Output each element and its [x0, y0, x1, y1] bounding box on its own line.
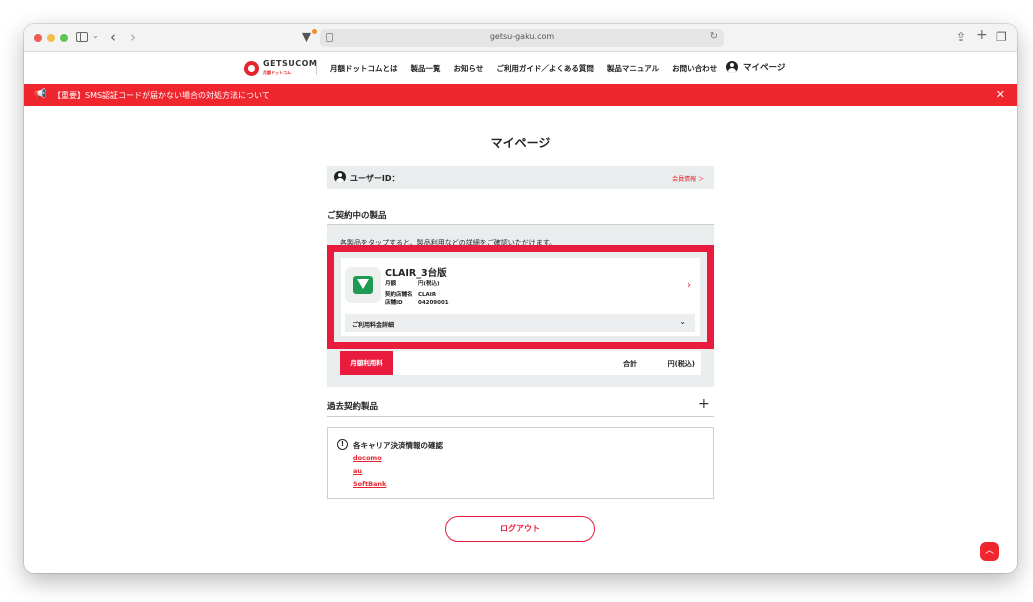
past-contracts-heading[interactable]: 過去契約製品	[327, 400, 378, 412]
chevron-right-icon[interactable]: ›	[687, 280, 691, 291]
site-header: GETSUCOM 月額ドットコム 月額ドットコムとは 製品一覧 お知らせ ご利用…	[24, 52, 1017, 84]
fee-detail-toggle[interactable]: ご利用料金詳細 ⌄	[345, 314, 695, 332]
logout-button[interactable]: ログアウト	[445, 516, 595, 542]
back-icon[interactable]: ‹	[110, 28, 116, 46]
nav-about[interactable]: 月額ドットコムとは	[330, 63, 398, 74]
nav-contact[interactable]: お問い合わせ	[672, 63, 717, 74]
zoom-window-button[interactable]	[60, 34, 68, 42]
logo-subtitle: 月額ドットコム	[263, 70, 291, 75]
clair-logo-icon	[353, 276, 373, 294]
chevron-down-icon: ⌄	[679, 317, 686, 326]
expand-plus-icon[interactable]: +	[698, 396, 710, 412]
header-divider	[316, 61, 317, 75]
product-app-icon	[345, 267, 381, 303]
product-details: 月額 円(税込) 契約店舗名 CLAIR 店舗ID 04209001	[385, 279, 449, 309]
divider	[327, 416, 714, 417]
mypage-label: マイページ	[743, 63, 786, 73]
nav-guide-faq[interactable]: ご利用ガイド／よくある質問	[496, 63, 594, 74]
logo-title: GETSUCOM	[263, 59, 318, 68]
megaphone-icon: 📢	[34, 89, 47, 100]
user-icon	[726, 61, 738, 73]
store-id-label: 店舗ID	[385, 300, 403, 306]
store-id-value: 04209001	[418, 300, 449, 306]
browser-toolbar: ⌄ ‹ › getsu-gaku.com ↻ ⇪ + ❐	[24, 24, 1017, 52]
important-alert-bar[interactable]: 📢 【重要】SMS認証コードが届かない場合の対処方法について ✕	[24, 84, 1017, 106]
address-bar[interactable]: getsu-gaku.com ↻	[320, 29, 724, 47]
product-card[interactable]: CLAIR_3台版 月額 円(税込) 契約店舗名 CLAIR 店舗ID 0420900…	[341, 258, 700, 336]
carrier-link-docomo[interactable]: docomo	[353, 454, 382, 462]
close-window-button[interactable]	[34, 34, 42, 42]
nav-manual[interactable]: 製品マニュアル	[607, 63, 659, 74]
shield-icon[interactable]	[301, 32, 312, 43]
forward-icon[interactable]: ›	[130, 28, 136, 46]
total-value: 円(税込)	[667, 360, 695, 368]
mypage-link[interactable]: マイページ	[726, 61, 785, 73]
member-info-link[interactable]: 会員情報 ＞	[672, 174, 704, 183]
carrier-title: 各キャリア決済情報の確認	[353, 441, 443, 450]
alert-message[interactable]: 【重要】SMS認証コードが届かない場合の対処方法について	[53, 90, 270, 101]
nav-news[interactable]: お知らせ	[454, 63, 484, 74]
product-name: CLAIR_3台版	[385, 268, 447, 279]
nav-products[interactable]: 製品一覧	[411, 63, 441, 74]
carrier-link-au[interactable]: au	[353, 467, 362, 475]
carrier-link-softbank[interactable]: SoftBank	[353, 480, 386, 488]
logo-mark-icon	[244, 60, 259, 76]
browser-window: ⌄ ‹ › getsu-gaku.com ↻ ⇪ + ❐ GETSUCOM 月額…	[24, 24, 1017, 573]
main-nav: 月額ドットコムとは 製品一覧 お知らせ ご利用ガイド／よくある質問 製品マニュア…	[330, 63, 730, 74]
price-value: 円(税込)	[418, 281, 440, 287]
window-controls	[34, 34, 68, 42]
minimize-window-button[interactable]	[47, 34, 55, 42]
user-id-row: ユーザーID： 会員情報 ＞	[327, 166, 714, 189]
user-id-label: ユーザーID：	[350, 174, 400, 183]
monthly-fee-row: 月額利用料 合計 円(税込)	[340, 351, 701, 375]
carrier-payment-box: ! 各キャリア決済情報の確認 docomo au SoftBank	[327, 427, 714, 499]
tabs-overview-icon[interactable]: ❐	[996, 29, 1007, 45]
url-text: getsu-gaku.com	[489, 32, 555, 41]
site-logo[interactable]: GETSUCOM 月額ドットコム	[244, 59, 317, 77]
reload-icon[interactable]: ↻	[710, 31, 718, 42]
share-icon[interactable]: ⇪	[956, 29, 966, 45]
contracts-heading: ご契約中の製品	[327, 211, 387, 221]
info-icon: !	[337, 439, 348, 450]
scroll-to-top-button[interactable]: ︿	[980, 542, 999, 561]
new-tab-icon[interactable]: +	[976, 27, 988, 43]
chevron-up-icon: ︿	[984, 546, 994, 556]
page-title: マイページ	[490, 136, 551, 150]
fee-detail-label: ご利用料金詳細	[352, 322, 395, 329]
notification-dot	[312, 29, 317, 34]
total-label: 合計	[623, 360, 637, 368]
close-icon[interactable]: ✕	[996, 88, 1005, 101]
logo-text: GETSUCOM 月額ドットコム	[263, 59, 317, 77]
price-label: 月額	[385, 281, 397, 287]
chevron-down-icon[interactable]: ⌄	[92, 31, 99, 40]
user-icon	[334, 171, 346, 183]
monthly-fee-tab[interactable]: 月額利用料	[340, 351, 393, 375]
sidebar-icon[interactable]	[76, 32, 88, 42]
